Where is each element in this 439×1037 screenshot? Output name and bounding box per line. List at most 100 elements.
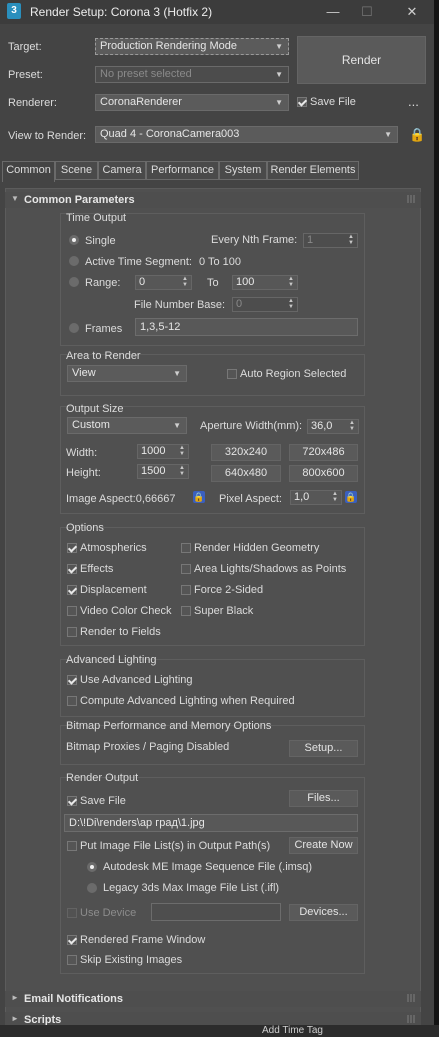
skip-existing-label: Skip Existing Images [80, 954, 183, 966]
pixel-aspect-spinner[interactable]: 1,0 ▲ ▼ [290, 490, 342, 505]
tab-common[interactable]: Common [2, 161, 55, 182]
image-aspect-label: Image Aspect:0,66667 [66, 493, 176, 505]
use-device-label: Use Device [80, 907, 137, 919]
advanced-lighting-group [60, 659, 365, 717]
preset-320x240-button[interactable]: 320x240 [211, 444, 281, 461]
active-segment-label: Active Time Segment: [85, 256, 192, 268]
chevron-down-icon: ▼ [173, 421, 181, 430]
render-hidden-geometry-checkbox[interactable] [181, 543, 191, 553]
single-radio[interactable] [69, 235, 79, 245]
save-file-label-top: Save File [310, 96, 356, 108]
put-image-file-list-checkbox[interactable] [67, 841, 77, 851]
file-number-base-value: 0 [236, 298, 243, 310]
range-radio[interactable] [69, 277, 79, 287]
tab-camera[interactable]: Camera [98, 161, 146, 180]
rollout-common-parameters[interactable]: ▼ Common Parameters [5, 192, 421, 208]
frames-radio[interactable] [69, 323, 79, 333]
every-nth-spinner[interactable]: 1 ▲ ▼ [303, 233, 358, 248]
height-label: Height: [66, 467, 101, 479]
effects-checkbox[interactable] [67, 564, 77, 574]
super-black-checkbox[interactable] [181, 606, 191, 616]
file-number-base-spinner[interactable]: 0 ▲ ▼ [232, 297, 298, 312]
preset-640x480-button[interactable]: 640x480 [211, 465, 281, 482]
close-button[interactable]: ✕ [397, 2, 427, 22]
frames-input[interactable]: 1,3,5-12 [135, 318, 358, 336]
save-file-label: Save File [80, 795, 126, 807]
maximize-button[interactable]: ☐ [352, 2, 382, 22]
skip-existing-checkbox[interactable] [67, 955, 77, 965]
auto-region-checkbox[interactable] [227, 369, 237, 379]
device-field[interactable] [151, 903, 281, 921]
aperture-width-label: Aperture Width(mm): [200, 420, 303, 432]
force-2-sided-checkbox[interactable] [181, 585, 191, 595]
pixel-aspect-lock-icon[interactable]: 🔒 [345, 491, 357, 503]
range-from-spinner[interactable]: 0 ▲ ▼ [135, 275, 192, 290]
add-time-tag-label: Add Time Tag [262, 1025, 323, 1036]
preset-value: No preset selected [100, 68, 192, 80]
expand-arrow-icon: ► [11, 1014, 19, 1023]
displacement-checkbox[interactable] [67, 585, 77, 595]
height-value: 1500 [141, 465, 166, 477]
range-to-value: 100 [236, 276, 255, 288]
video-color-check-checkbox[interactable] [67, 606, 77, 616]
render-to-fields-checkbox[interactable] [67, 627, 77, 637]
area-lights-checkbox[interactable] [181, 564, 191, 574]
displacement-label: Displacement [80, 584, 147, 596]
drag-grip-icon[interactable] [407, 994, 415, 1002]
area-to-render-title: Area to Render [66, 350, 141, 362]
image-aspect-lock-icon[interactable]: 🔒 [193, 491, 205, 503]
use-advanced-lighting-label: Use Advanced Lighting [80, 674, 193, 686]
bitmap-setup-button[interactable]: Setup... [289, 740, 358, 757]
tab-performance[interactable]: Performance [146, 161, 219, 180]
compute-advanced-lighting-checkbox[interactable] [67, 696, 77, 706]
devices-button[interactable]: Devices... [289, 904, 358, 921]
preset-800x600-button[interactable]: 800x600 [289, 465, 358, 482]
preset-720x486-button[interactable]: 720x486 [289, 444, 358, 461]
use-advanced-lighting-checkbox[interactable] [67, 675, 77, 685]
target-label: Target: [8, 41, 42, 53]
more-options-button[interactable]: ... [408, 94, 419, 109]
width-spinner[interactable]: 1000 ▲ ▼ [137, 444, 189, 459]
every-nth-value: 1 [307, 234, 314, 246]
drag-grip-icon[interactable] [407, 195, 415, 203]
spinner-arrows-icon: ▲ ▼ [182, 276, 188, 288]
view-to-render-label: View to Render: [8, 130, 87, 142]
target-dropdown[interactable]: Production Rendering Mode ▼ [95, 38, 289, 55]
minimize-button[interactable]: — [318, 2, 348, 22]
view-to-render-dropdown[interactable]: Quad 4 - CoronaCamera003 ▼ [95, 126, 398, 143]
range-to-spinner[interactable]: 100 ▲ ▼ [232, 275, 298, 290]
use-device-checkbox[interactable] [67, 908, 77, 918]
output-path-field[interactable]: D:\!Di\renders\ар град\1.jpg [64, 814, 358, 832]
legacy-ifl-radio[interactable] [87, 883, 97, 893]
height-spinner[interactable]: 1500 ▲ ▼ [137, 464, 189, 479]
output-size-preset-dropdown[interactable]: Custom ▼ [67, 417, 187, 434]
output-size-preset-value: Custom [72, 419, 110, 431]
rollout-email-notifications[interactable]: ► Email Notifications [5, 991, 421, 1007]
tab-scene[interactable]: Scene [55, 161, 98, 180]
lock-view-icon[interactable]: 🔒 [409, 127, 425, 143]
rendered-frame-window-checkbox[interactable] [67, 935, 77, 945]
render-button[interactable]: Render [297, 36, 426, 84]
window-title: Render Setup: Corona 3 (Hotfix 2) [30, 5, 213, 19]
render-hidden-geometry-label: Render Hidden Geometry [194, 542, 320, 554]
active-segment-range: 0 To 100 [199, 256, 242, 268]
spinner-arrows-icon: ▲ ▼ [288, 276, 294, 288]
preset-dropdown[interactable]: No preset selected ▼ [95, 66, 289, 83]
width-label: Width: [66, 447, 98, 459]
save-file-checkbox-top[interactable] [297, 97, 307, 107]
drag-grip-icon[interactable] [407, 1015, 415, 1023]
tab-render-elements[interactable]: Render Elements [267, 161, 359, 180]
autodesk-sequence-radio[interactable] [87, 862, 97, 872]
active-segment-radio[interactable] [69, 256, 79, 266]
save-file-checkbox[interactable] [67, 796, 77, 806]
area-to-render-dropdown[interactable]: View ▼ [67, 365, 187, 382]
tab-system[interactable]: System [219, 161, 267, 180]
renderer-label: Renderer: [8, 97, 57, 109]
file-number-base-label: File Number Base: [134, 299, 226, 311]
create-now-button[interactable]: Create Now [289, 837, 358, 854]
files-button[interactable]: Files... [289, 790, 358, 807]
renderer-dropdown[interactable]: CoronaRenderer ▼ [95, 94, 289, 111]
atmospherics-checkbox[interactable] [67, 543, 77, 553]
spinner-arrows-icon: ▲ ▼ [349, 420, 355, 432]
aperture-width-spinner[interactable]: 36,0 ▲ ▼ [307, 419, 359, 434]
